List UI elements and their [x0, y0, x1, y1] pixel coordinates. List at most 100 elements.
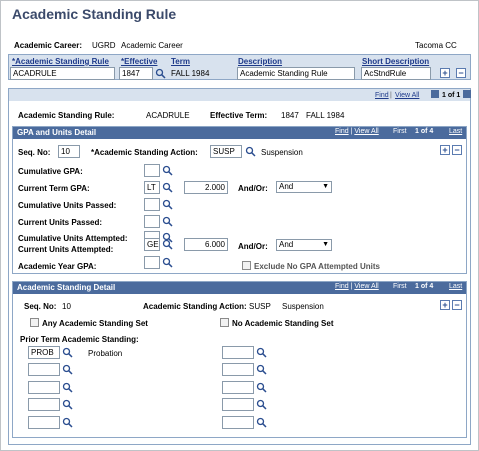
effective-lookup-icon[interactable] [155, 68, 166, 79]
gpa-view-all-link[interactable]: View All [354, 128, 378, 135]
prior-lookup-icon[interactable] [256, 347, 267, 358]
add-row-button[interactable]: + [440, 68, 450, 78]
op-lookup-icon[interactable] [162, 239, 173, 250]
gpa-find-link[interactable]: Find [335, 128, 349, 135]
gpa-row-label: Current Units Passed: [18, 218, 103, 227]
gpa-row-op[interactable] [144, 215, 160, 228]
prior-lookup-icon[interactable] [62, 364, 73, 375]
term-code: 1847 [281, 111, 299, 120]
prior-standing-field[interactable] [28, 363, 60, 376]
gpa-first: First [393, 128, 407, 135]
term-label: Effective Term: [210, 111, 268, 120]
detail-seq-label: Seq. No: [24, 302, 57, 311]
any-standing-label: Any Academic Standing Set [42, 319, 148, 328]
op-lookup-icon[interactable] [162, 216, 173, 227]
col-short-description[interactable]: Short Description [362, 57, 429, 66]
next-icon[interactable] [463, 90, 471, 98]
col-description[interactable]: Description [238, 57, 282, 66]
gpa-action-field[interactable]: SUSP [210, 145, 242, 158]
prev-icon[interactable] [431, 90, 439, 98]
prior-lookup-icon[interactable] [256, 417, 267, 428]
detail-add-button[interactable]: + [440, 300, 450, 310]
detail-find-link[interactable]: Find [335, 283, 349, 290]
gpa-row-label: Current Term GPA: [18, 184, 90, 193]
prior-standing-field[interactable]: PROB [28, 346, 60, 359]
short-description-field[interactable]: AcStndRule [361, 67, 431, 80]
gpa-row-label: Cumulative Units Attempted: [18, 234, 128, 243]
no-standing-checkbox[interactable] [220, 318, 229, 327]
career-label: Academic Career: [14, 41, 83, 50]
gpa-delete-button[interactable]: − [452, 145, 462, 155]
prior-lookup-icon[interactable] [62, 347, 73, 358]
detail-last-link[interactable]: Last [449, 283, 462, 290]
col-rule[interactable]: *Academic Standing Rule [12, 57, 109, 66]
detail-action-code: SUSP [249, 302, 271, 311]
op-lookup-icon[interactable] [162, 182, 173, 193]
prior-lookup-icon[interactable] [256, 364, 267, 375]
detail-delete-button[interactable]: − [452, 300, 462, 310]
prior-lookup-icon[interactable] [256, 382, 267, 393]
any-standing-checkbox[interactable] [30, 318, 39, 327]
gpa-action-label: *Academic Standing Action: [91, 148, 198, 157]
rule-value: ACADRULE [146, 111, 190, 120]
exclude-checkbox[interactable] [242, 261, 251, 270]
gpa-seq-field[interactable]: 10 [58, 145, 80, 158]
detail-seq-value: 10 [62, 302, 71, 311]
gpa-add-button[interactable]: + [440, 145, 450, 155]
gpa-seq-label: Seq. No: [18, 148, 51, 157]
gpa-row-op[interactable]: GE [144, 238, 160, 251]
page-title: Academic Standing Rule [12, 6, 177, 22]
op-lookup-icon[interactable] [162, 257, 173, 268]
prior-standing-field[interactable] [222, 381, 254, 394]
gpa-count: 1 of 4 [415, 128, 434, 135]
prior-standing-desc: Probation [88, 349, 123, 358]
gpa-row-label: Cumulative Units Passed: [18, 201, 117, 210]
prior-standing-field[interactable] [222, 416, 254, 429]
prior-standing-field[interactable] [222, 363, 254, 376]
effective-field[interactable]: 1847 [119, 67, 153, 80]
andor-select[interactable]: And ▼ [276, 239, 332, 251]
description-field[interactable]: Academic Standing Rule [237, 67, 355, 80]
gpa-row-value[interactable]: 6.000 [184, 238, 228, 251]
gpa-row-op[interactable] [144, 198, 160, 211]
delete-row-button[interactable]: − [456, 68, 466, 78]
rule-label: Academic Standing Rule: [18, 111, 115, 120]
gpa-row-op[interactable] [144, 256, 160, 269]
rule-field[interactable]: ACADRULE [10, 67, 115, 80]
prior-standing-field[interactable] [222, 398, 254, 411]
prior-standing-field[interactable] [222, 346, 254, 359]
detail-first: First [393, 283, 407, 290]
gpa-row-op[interactable]: LT [144, 181, 160, 194]
prior-lookup-icon[interactable] [62, 417, 73, 428]
detail-action-label: Academic Standing Action: [143, 302, 247, 311]
prior-term-label: Prior Term Academic Standing: [20, 335, 139, 344]
op-lookup-icon[interactable] [162, 165, 173, 176]
rule-count: 1 of 1 [442, 92, 461, 99]
action-lookup-icon[interactable] [245, 146, 256, 157]
gpa-row-op[interactable] [144, 164, 160, 177]
prior-lookup-icon[interactable] [256, 399, 267, 410]
detail-view-all-link[interactable]: View All [354, 283, 378, 290]
col-term[interactable]: Term [171, 57, 190, 66]
detail-action-desc: Suspension [282, 302, 324, 311]
exclude-label: Exclude No GPA Attempted Units [254, 262, 380, 271]
gpa-last-link[interactable]: Last [449, 128, 462, 135]
gpa-row-value[interactable]: 2.000 [184, 181, 228, 194]
detail-section-title: Academic Standing Detail [17, 283, 116, 292]
rule-find-link[interactable]: Find [375, 92, 389, 99]
prior-standing-field[interactable] [28, 381, 60, 394]
gpa-action-desc: Suspension [261, 148, 303, 157]
gpa-section-title: GPA and Units Detail [17, 128, 97, 137]
career-code: UGRD [92, 41, 116, 50]
term-name: FALL 1984 [306, 111, 345, 120]
op-lookup-icon[interactable] [162, 199, 173, 210]
andor-select[interactable]: And ▼ [276, 181, 332, 193]
prior-standing-field[interactable] [28, 416, 60, 429]
institution: Tacoma CC [415, 41, 457, 50]
prior-standing-field[interactable] [28, 398, 60, 411]
rule-view-all-link[interactable]: View All [395, 92, 419, 99]
prior-lookup-icon[interactable] [62, 382, 73, 393]
col-effective[interactable]: *Effective [121, 57, 157, 66]
prior-lookup-icon[interactable] [62, 399, 73, 410]
detail-count: 1 of 4 [415, 283, 434, 290]
